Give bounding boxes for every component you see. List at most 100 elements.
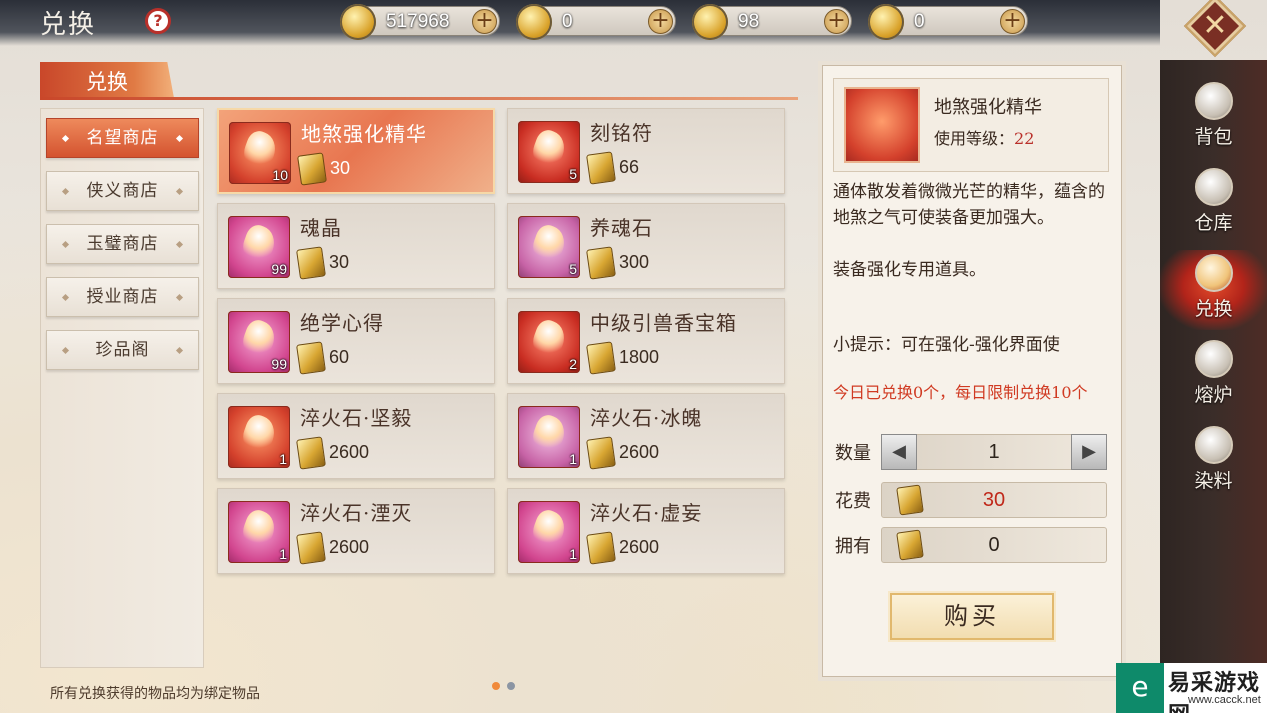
shop-tab-jade[interactable]: 玉璧商店 bbox=[46, 224, 199, 264]
item-card[interactable]: 10 地煞强化精华 30 bbox=[217, 108, 495, 194]
item-card[interactable]: 1 淬火石·虚妄 2600 bbox=[507, 488, 785, 574]
item-price: 60 bbox=[329, 347, 350, 367]
shop-tab-teaching[interactable]: 授业商店 bbox=[46, 277, 199, 317]
owned-value: 0 bbox=[988, 534, 1000, 556]
increase-button[interactable]: ▶ bbox=[1071, 434, 1107, 470]
add-gold-ingot-button[interactable]: + bbox=[1000, 9, 1025, 34]
shop-list: 名望商店 侠义商店 玉璧商店 授业商店 珍品阁 bbox=[40, 108, 204, 668]
item-price: 30 bbox=[330, 158, 351, 178]
detail-level: 使用等级：22 bbox=[934, 129, 1035, 148]
reputation-token-icon bbox=[586, 246, 616, 280]
reputation-token-icon bbox=[586, 436, 616, 470]
item-icon: 5 bbox=[518, 121, 580, 183]
help-icon[interactable]: ? bbox=[145, 8, 171, 34]
item-detail-panel: 地煞强化精华 使用等级：22 通体散发着微微光芒的精华，蕴含的地煞之气可使装备更… bbox=[822, 65, 1122, 677]
currency-bound-ingot: 98 + bbox=[692, 4, 852, 40]
shop-tab-treasure[interactable]: 珍品阁 bbox=[46, 330, 199, 370]
tab-exchange[interactable]: 兑换 bbox=[40, 62, 174, 98]
reputation-token-icon bbox=[296, 436, 326, 470]
watermark: e 易采游戏网 www.cacck.net bbox=[1116, 663, 1267, 713]
nav-bag[interactable]: 背包 bbox=[1160, 78, 1267, 158]
detail-item-icon bbox=[844, 87, 920, 163]
item-name: 淬火石·虚妄 bbox=[590, 501, 703, 525]
reputation-token-icon bbox=[586, 341, 616, 375]
item-name: 养魂石 bbox=[590, 216, 653, 240]
item-card[interactable]: 2 中级引兽香宝箱 1800 bbox=[507, 298, 785, 384]
cost-row: 花费 30 bbox=[833, 480, 1107, 518]
owned-row: 拥有 0 bbox=[833, 525, 1107, 563]
item-card[interactable]: 5 养魂石 300 bbox=[507, 203, 785, 289]
item-icon: 99 bbox=[228, 216, 290, 278]
exchange-icon bbox=[1194, 254, 1233, 292]
reputation-token-icon bbox=[586, 151, 616, 185]
nav-exchange[interactable]: 兑换 bbox=[1160, 250, 1267, 330]
nav-dye[interactable]: 染料 bbox=[1160, 422, 1267, 502]
currency-value: 517968 bbox=[386, 11, 450, 32]
owned-field: 0 bbox=[881, 527, 1107, 563]
item-name: 淬火石·冰魄 bbox=[590, 406, 703, 430]
reputation-token-icon bbox=[586, 531, 616, 565]
reputation-token-icon bbox=[296, 531, 326, 565]
item-icon: 1 bbox=[228, 406, 290, 468]
item-icon: 5 bbox=[518, 216, 580, 278]
currency-value: 98 bbox=[738, 11, 760, 32]
cost-field: 30 bbox=[881, 482, 1107, 518]
buy-button[interactable]: 购买 bbox=[890, 593, 1054, 640]
item-icon: 99 bbox=[228, 311, 290, 373]
item-icon: 1 bbox=[228, 501, 290, 563]
item-card[interactable]: 5 刻铭符 66 bbox=[507, 108, 785, 194]
page-dot-2[interactable] bbox=[507, 682, 515, 690]
gold-coin-icon bbox=[516, 4, 552, 40]
item-card[interactable]: 1 淬火石·湮灭 2600 bbox=[217, 488, 495, 574]
side-nav: 背包 仓库 兑换 熔炉 染料 bbox=[1160, 60, 1267, 713]
page-title: 兑换 bbox=[40, 10, 97, 40]
item-price: 30 bbox=[329, 252, 350, 272]
warehouse-icon bbox=[1194, 168, 1233, 206]
add-copper-button[interactable]: + bbox=[472, 9, 497, 34]
dye-icon bbox=[1194, 426, 1233, 464]
nav-furnace[interactable]: 熔炉 bbox=[1160, 336, 1267, 416]
detail-header: 地煞强化精华 使用等级：22 bbox=[833, 78, 1109, 172]
item-price: 300 bbox=[619, 252, 650, 272]
item-icon: 10 bbox=[229, 122, 291, 184]
decrease-button[interactable]: ◀ bbox=[881, 434, 917, 470]
item-name: 刻铭符 bbox=[590, 121, 653, 145]
currency-value: 0 bbox=[562, 11, 573, 32]
reputation-token-icon bbox=[297, 152, 327, 186]
reputation-token-icon bbox=[296, 341, 326, 375]
close-icon: ✕ bbox=[1202, 7, 1228, 43]
add-gold-button[interactable]: + bbox=[648, 9, 673, 34]
item-name: 淬火石·湮灭 bbox=[300, 501, 413, 525]
nav-warehouse[interactable]: 仓库 bbox=[1160, 164, 1267, 244]
footnote: 所有兑换获得的物品均为绑定物品 bbox=[50, 686, 260, 702]
currency-gold-ingot: 0 + bbox=[868, 4, 1028, 40]
item-card[interactable]: 1 淬火石·坚毅 2600 bbox=[217, 393, 495, 479]
item-price: 2600 bbox=[329, 442, 370, 462]
furnace-icon bbox=[1194, 340, 1233, 378]
page-dot-1[interactable] bbox=[492, 682, 500, 690]
item-price: 1800 bbox=[619, 347, 660, 367]
item-card[interactable]: 99 魂晶 30 bbox=[217, 203, 495, 289]
item-price: 2600 bbox=[619, 537, 660, 557]
item-price: 2600 bbox=[619, 442, 660, 462]
shop-tab-chivalry[interactable]: 侠义商店 bbox=[46, 171, 199, 211]
item-icon: 1 bbox=[518, 406, 580, 468]
currency-value: 0 bbox=[914, 11, 925, 32]
detail-description: 通体散发着微微光芒的精华，蕴含的地煞之气可使装备更加强大。 装备强化专用道具。 bbox=[833, 182, 1105, 280]
shop-tab-reputation[interactable]: 名望商店 bbox=[46, 118, 199, 158]
pagination bbox=[492, 675, 522, 694]
exchange-limit: 今日已兑换0个，每日限制兑换10个 bbox=[833, 383, 1088, 402]
item-name: 中级引兽香宝箱 bbox=[590, 311, 737, 335]
quantity-row: 数量 1 ◀ ▶ bbox=[833, 432, 1107, 470]
currency-copper: 517968 + bbox=[340, 4, 500, 40]
item-card[interactable]: 99 绝学心得 60 bbox=[217, 298, 495, 384]
bag-icon bbox=[1194, 82, 1233, 120]
reputation-token-icon bbox=[296, 246, 326, 280]
add-bound-ingot-button[interactable]: + bbox=[824, 9, 849, 34]
top-bar: 兑换 ? 517968 + 0 + 98 + 0 + bbox=[0, 0, 1160, 46]
gold-ingot-icon bbox=[868, 4, 904, 40]
detail-hint: 小提示：可在强化-强化界面使 bbox=[833, 335, 1060, 355]
item-icon: 2 bbox=[518, 311, 580, 373]
copper-coin-icon bbox=[340, 4, 376, 40]
item-card[interactable]: 1 淬火石·冰魄 2600 bbox=[507, 393, 785, 479]
